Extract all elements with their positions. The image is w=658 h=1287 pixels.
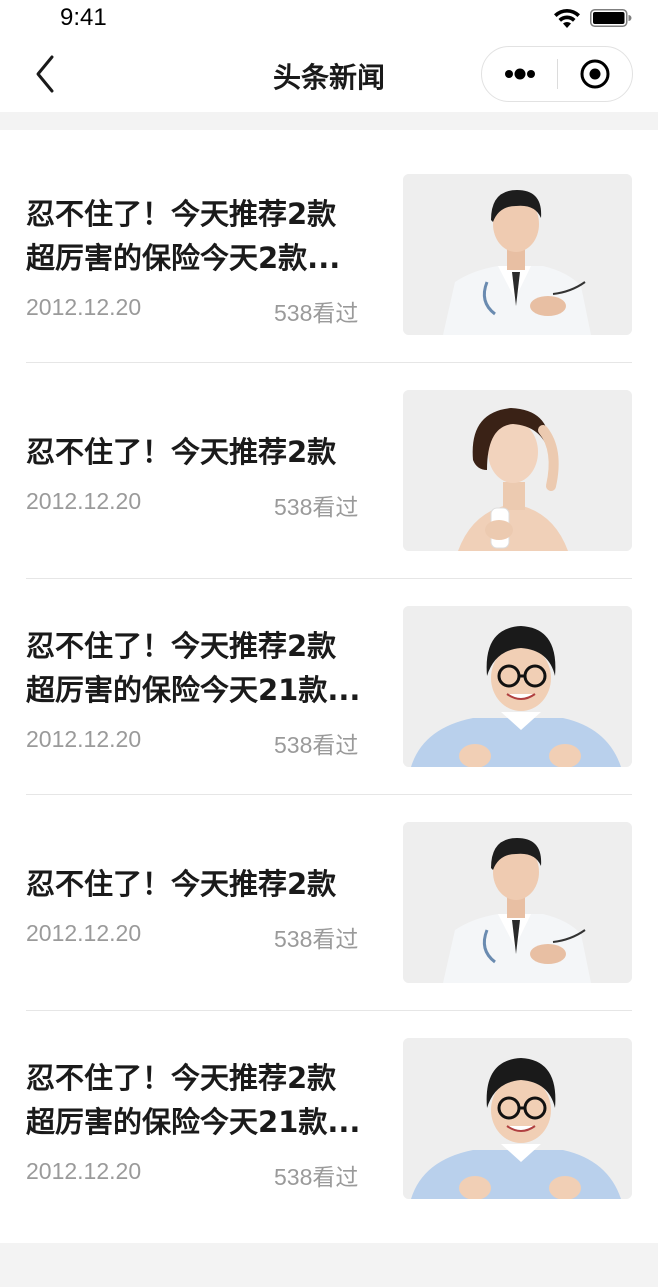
article-list: 忍不住了！今天推荐2款 超厉害的保险今天2款... 2012.12.20 538…	[0, 130, 658, 1243]
article-title-line-2: 超厉害的保险今天21款...	[26, 673, 361, 707]
article-views: 538看过	[274, 300, 359, 326]
close-target-icon	[580, 59, 610, 89]
more-button[interactable]	[482, 47, 557, 101]
article-date: 2012.12.20	[26, 726, 142, 752]
article-thumbnail	[403, 822, 632, 983]
article-views: 538看过	[274, 494, 359, 520]
boy-glasses-thumbs-up-photo	[403, 606, 632, 767]
status-icons	[552, 6, 632, 30]
article-item[interactable]: 忍不住了！今天推荐2款 超厉害的保险今天21款... 2012.12.20 53…	[26, 994, 632, 1210]
article-title-line-1: 忍不住了！今天推荐2款	[26, 197, 337, 231]
battery-icon	[590, 9, 632, 27]
article-date: 2012.12.20	[26, 920, 142, 946]
article-title-line-1: 忍不住了！今天推荐2款	[26, 1061, 337, 1095]
article-title-line-1: 忍不住了！今天推荐2款	[26, 867, 337, 901]
article-thumbnail	[403, 390, 632, 551]
article-thumbnail	[403, 174, 632, 335]
doctor-man-photo	[403, 174, 632, 335]
article-item[interactable]: 忍不住了！今天推荐2款 超厉害的保险今天21款... 2012.12.20 53…	[26, 562, 632, 778]
article-title-line-1: 忍不住了！今天推荐2款	[26, 629, 337, 663]
more-dots-icon	[505, 68, 535, 80]
boy-glasses-thumbs-up-photo	[403, 1038, 632, 1199]
article-date: 2012.12.20	[26, 488, 142, 514]
article-item[interactable]: 忍不住了！今天推荐2款 超厉害的保险今天2款... 2012.12.20 538…	[26, 130, 632, 346]
navigation-bar: 头条新闻	[0, 38, 658, 112]
status-bar: 9:41	[0, 0, 658, 38]
article-title-line-1: 忍不住了！今天推荐2款	[26, 435, 337, 469]
article-item[interactable]: 忍不住了！今天推荐2款 2012.12.20 538看过	[26, 346, 632, 562]
article-views: 538看过	[274, 926, 359, 952]
wifi-icon	[554, 8, 580, 28]
article-title-line-2: 超厉害的保险今天21款...	[26, 1105, 361, 1139]
article-views: 538看过	[274, 1164, 359, 1190]
doctor-man-photo	[403, 822, 632, 983]
status-time: 9:41	[60, 4, 107, 31]
article-thumbnail	[403, 606, 632, 767]
close-mini-program-button[interactable]	[558, 47, 633, 101]
article-views: 538看过	[274, 732, 359, 758]
article-date: 2012.12.20	[26, 1158, 142, 1184]
article-thumbnail	[403, 1038, 632, 1199]
mini-program-capsule	[481, 46, 633, 102]
article-title-line-2: 超厉害的保险今天2款...	[26, 241, 341, 275]
bottom-background	[0, 1243, 658, 1287]
woman-milk-photo	[403, 390, 632, 551]
article-date: 2012.12.20	[26, 294, 142, 320]
article-item[interactable]: 忍不住了！今天推荐2款 2012.12.20 538看过	[26, 778, 632, 994]
